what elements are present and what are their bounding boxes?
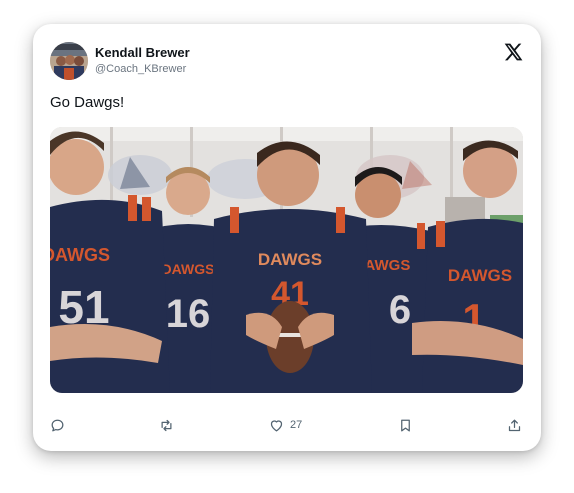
retweet-icon bbox=[161, 419, 172, 431]
jersey-number: 16 bbox=[166, 292, 211, 336]
like-button[interactable]: 27 bbox=[269, 414, 302, 436]
share-icon bbox=[508, 419, 521, 431]
tweet-media-video[interactable]: DAWGS 16 DAWGS 6 AWGS 51 DAWGS 1 DAWGS 4… bbox=[50, 127, 523, 393]
x-logo-icon[interactable] bbox=[503, 42, 523, 62]
tweet-card[interactable]: Kendall Brewer @Coach_KBrewer Go Dawgs! bbox=[33, 24, 541, 451]
jersey-dawgs-text: DAWGS bbox=[448, 266, 512, 285]
jersey-dawgs-text: DAWGS bbox=[162, 261, 215, 277]
like-count: 27 bbox=[290, 419, 303, 431]
jersey-dawgs-text: DAWGS bbox=[258, 250, 322, 269]
author-name[interactable]: Kendall Brewer bbox=[95, 45, 190, 60]
jersey-number: 6 bbox=[389, 288, 411, 332]
reply-button[interactable] bbox=[50, 414, 65, 436]
jersey-dawgs-text: DAWGS bbox=[50, 245, 110, 265]
heart-icon bbox=[270, 419, 283, 431]
bookmark-icon bbox=[401, 419, 410, 431]
action-bar: 27 bbox=[50, 414, 526, 436]
page: Kendall Brewer @Coach_KBrewer Go Dawgs! bbox=[0, 0, 574, 493]
tweet-text: Go Dawgs! bbox=[50, 94, 125, 111]
reply-icon bbox=[51, 419, 64, 431]
author-avatar[interactable] bbox=[50, 42, 88, 80]
author-handle[interactable]: @Coach_KBrewer bbox=[95, 63, 186, 75]
team-photo: DAWGS 16 DAWGS 6 AWGS 51 DAWGS 1 DAWGS 4… bbox=[50, 127, 523, 393]
share-button[interactable] bbox=[507, 414, 522, 436]
retweet-button[interactable] bbox=[159, 414, 174, 436]
bookmark-button[interactable] bbox=[398, 414, 413, 436]
